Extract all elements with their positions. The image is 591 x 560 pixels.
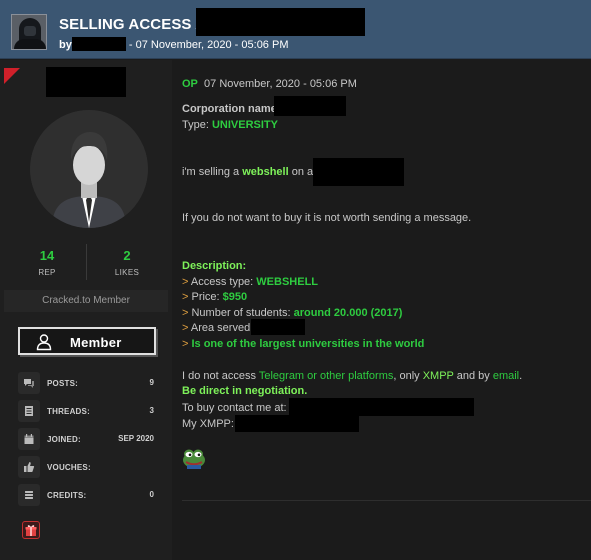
corner-flag: [4, 68, 20, 84]
vouches-label: VOUCHES:: [47, 463, 91, 472]
thumbs-up-icon: [18, 456, 40, 478]
arrow-4: >: [182, 322, 191, 334]
post-date: 07 November, 2020 - 05:06 PM: [204, 78, 357, 90]
students-label: Number of students:: [191, 307, 294, 319]
area-label: Area served:: [190, 322, 254, 334]
contact-policy-line: I do not access Telegram or other platfo…: [182, 370, 522, 382]
calendar-icon: [18, 428, 40, 450]
gift-button[interactable]: [22, 521, 40, 539]
selling-line: i'm selling a webshell on a: [182, 166, 313, 178]
stat-divider: [86, 244, 87, 280]
contact-mid2: and by: [453, 370, 493, 382]
redacted-contact: [289, 398, 474, 416]
redacted-target: [313, 158, 404, 186]
xmpp-text: XMPP: [422, 370, 454, 382]
redacted-title: [196, 8, 365, 36]
area-line: > Area served:: [182, 322, 253, 334]
type-label: Type:: [182, 119, 212, 131]
likes-value: 2: [123, 248, 131, 263]
access-value: WEBSHELL: [256, 276, 319, 288]
rep-stat: 14 REP: [17, 248, 77, 277]
telegram-text: Telegram or other platforms: [258, 370, 394, 382]
info-row-joined: JOINED: SEP 2020: [18, 428, 156, 452]
type-value: UNIVERSITY: [211, 119, 278, 131]
credits-icon: [18, 484, 40, 506]
access-label: Access type:: [190, 276, 257, 288]
description-heading: Description:: [182, 260, 247, 272]
rep-label: REP: [38, 268, 56, 277]
corp-name-label: Corporation name: [182, 103, 277, 115]
selling-item: webshell: [242, 166, 289, 178]
redacted-area: [251, 319, 305, 335]
user-group: Cracked.to Member: [4, 290, 168, 312]
gift-icon: [25, 525, 37, 536]
threads-icon: [18, 400, 40, 422]
user-avatar[interactable]: [30, 110, 148, 228]
posts-value: 9: [149, 378, 154, 387]
member-rank-button[interactable]: Member: [18, 327, 156, 355]
default-avatar-icon: [30, 110, 148, 228]
rep-value: 14: [39, 248, 55, 263]
posts-icon: [18, 372, 40, 394]
redacted-username: [46, 67, 126, 97]
pepe-emoji-icon: [182, 447, 206, 474]
largest-text: Is one of the largest universities in th…: [191, 338, 425, 350]
access-type-line: > Access type: WEBSHELL: [182, 276, 318, 288]
info-row-posts: POSTS: 9: [18, 372, 156, 396]
thread-author-avatar[interactable]: [11, 14, 47, 50]
info-row-credits: CREDITS: 0: [18, 484, 156, 508]
type-line: Type: UNIVERSITY: [182, 119, 278, 131]
redacted-author: [71, 37, 126, 51]
credits-label: CREDITS:: [47, 491, 87, 500]
post-meta: OP 07 November, 2020 - 05:06 PM: [182, 78, 357, 90]
contact-pre: I do not access: [182, 370, 259, 382]
joined-value: SEP 2020: [118, 434, 154, 443]
price-line: > Price: $950: [182, 291, 247, 303]
email-text: email: [492, 370, 520, 382]
credits-value: 0: [149, 490, 154, 499]
info-row-threads: THREADS: 3: [18, 400, 156, 424]
post-separator: [182, 500, 591, 501]
thread-meta: by - 07 November, 2020 - 05:06 PM: [59, 37, 289, 51]
joined-label: JOINED:: [47, 435, 81, 444]
member-rank-label: Member: [70, 335, 122, 350]
largest-line: > Is one of the largest universities in …: [182, 338, 424, 350]
xmpp-label: My XMPP:: [182, 418, 234, 430]
thread-header: SELLING ACCESS AT by - 07 November, 2020…: [0, 0, 591, 59]
selling-pre: i'm selling a: [182, 166, 243, 178]
thread-title: SELLING ACCESS AT: [59, 16, 215, 33]
thread-timestamp: - 07 November, 2020 - 05:06 PM: [125, 39, 289, 51]
redacted-xmpp: [235, 415, 359, 432]
by-label: by: [59, 39, 72, 51]
direct-negotiation: Be direct in negotiation.: [182, 385, 308, 397]
warning-text: If you do not want to buy it is not wort…: [182, 212, 472, 224]
likes-stat: 2 LIKES: [97, 248, 157, 277]
threads-label: THREADS:: [47, 407, 90, 416]
op-badge: OP: [182, 78, 198, 90]
price-value: $950: [222, 291, 248, 303]
user-icon: [36, 334, 52, 351]
buy-contact-label: To buy contact me at:: [182, 402, 287, 414]
students-value: around 20.000 (2017): [293, 307, 403, 319]
contact-end: .: [519, 370, 523, 382]
redacted-corp-name: [274, 96, 346, 116]
threads-value: 3: [149, 406, 154, 415]
students-line: > Number of students: around 20.000 (201…: [182, 307, 402, 319]
posts-label: POSTS:: [47, 379, 78, 388]
selling-post: on a: [288, 166, 314, 178]
contact-mid: , only: [393, 370, 423, 382]
price-label: Price:: [191, 291, 223, 303]
arrow-1: >: [182, 276, 191, 288]
info-row-vouches: VOUCHES:: [18, 456, 156, 480]
likes-label: LIKES: [114, 268, 140, 277]
